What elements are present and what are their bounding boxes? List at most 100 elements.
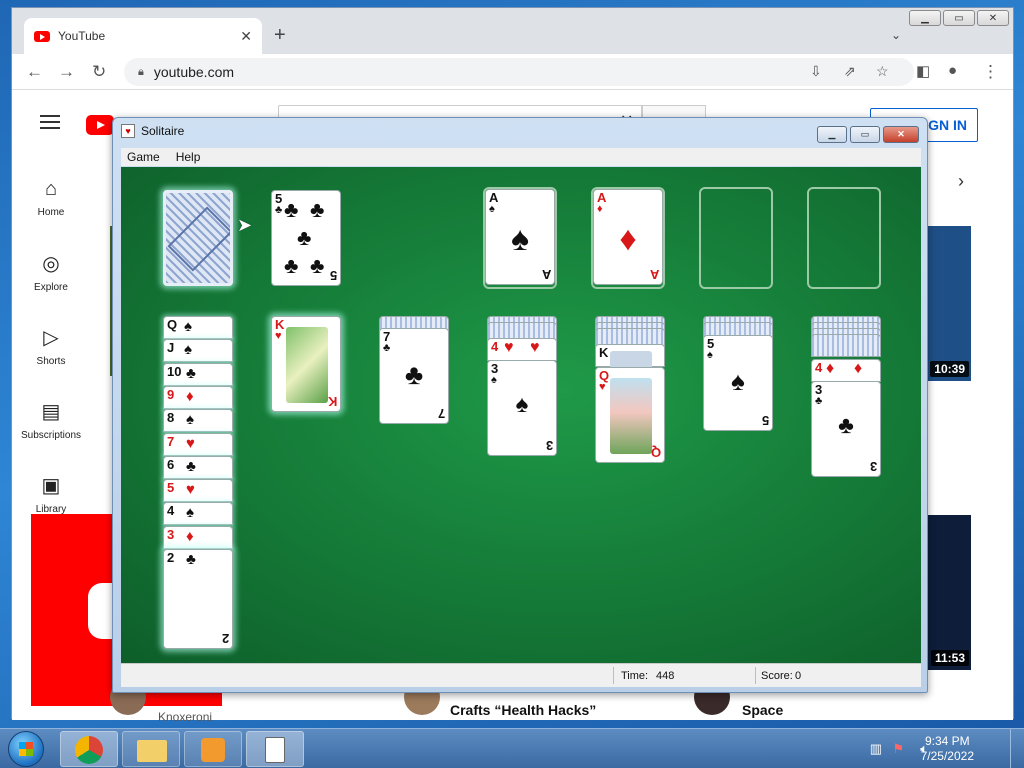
- more-menu-icon[interactable]: ⋮: [982, 62, 999, 82]
- install-icon[interactable]: ⇩: [810, 63, 822, 80]
- card-rank: 9: [167, 386, 175, 402]
- tab-close-icon[interactable]: ✕: [240, 28, 252, 45]
- solitaire-taskbar-button[interactable]: [246, 731, 304, 767]
- tableau-card[interactable]: 3 ♠ ♠ 3: [487, 360, 557, 456]
- tableau-card[interactable]: Q ♥ Q: [595, 367, 665, 463]
- tableau-card[interactable]: 2 ♣ 2: [163, 549, 233, 649]
- card-rank: 3: [869, 459, 877, 474]
- bookmark-star-icon[interactable]: ☆: [876, 63, 889, 80]
- clock-time: 9:34 PM: [924, 734, 970, 748]
- system-clock[interactable]: 9:34 PM 7/25/2022: [921, 734, 974, 764]
- card-rank: Q: [167, 317, 178, 332]
- tableau-card[interactable]: 8 ♠: [163, 409, 233, 433]
- video-thumbnail[interactable]: 11:53: [924, 515, 971, 670]
- reload-icon[interactable]: ↻: [92, 62, 106, 82]
- nav-explore[interactable]: ◎ Explore: [12, 235, 90, 309]
- tableau-card[interactable]: 3 ♣ ♣ 3: [811, 381, 881, 477]
- tableau-card[interactable]: J ♠: [163, 339, 233, 363]
- spade-icon: ♠: [731, 366, 745, 396]
- tab-search-chevron-icon[interactable]: ⌄: [891, 28, 901, 42]
- heart-icon: ♥: [599, 381, 606, 393]
- tableau-card[interactable]: 4 ♠: [163, 502, 233, 526]
- card-rank: 2: [221, 631, 229, 646]
- explorer-taskbar-button[interactable]: [122, 731, 180, 767]
- side-panel-icon[interactable]: ◧: [916, 62, 930, 80]
- back-arrow-icon[interactable]: ←: [26, 62, 43, 82]
- chrome-taskbar-button[interactable]: [60, 731, 118, 767]
- network-icon[interactable]: ▥: [870, 741, 882, 757]
- mouse-cursor-icon: ➤: [237, 215, 253, 235]
- action-center-icon[interactable]: ⚑: [892, 741, 904, 757]
- video-thumbnail[interactable]: 10:39: [924, 226, 971, 381]
- forward-arrow-icon[interactable]: →: [58, 62, 75, 82]
- nav-subscriptions[interactable]: ▤ Subscriptions: [12, 383, 90, 457]
- browser-toolbar: ← → ↻ 🔒︎ youtube.com ⇩ ⇗ ☆ ◧ ● ⋮: [12, 54, 1013, 90]
- tableau-card[interactable]: 6 ♣: [163, 455, 233, 479]
- spade-icon: ♠: [510, 220, 530, 258]
- tab-youtube[interactable]: YouTube ✕: [24, 18, 262, 54]
- home-icon: ⌂: [44, 178, 58, 200]
- window-title: Solitaire: [141, 124, 185, 138]
- youtube-logo[interactable]: [86, 115, 114, 135]
- chip-scroll-right-icon[interactable]: ›: [958, 171, 964, 192]
- tableau-card[interactable]: Q ♠: [163, 316, 233, 339]
- tableau-card[interactable]: K ♥ K: [271, 316, 341, 412]
- queen-face-art: [610, 378, 652, 454]
- profile-avatar-icon[interactable]: ●: [948, 62, 957, 79]
- taskbar: ▥ ⚑ 🔈︎ 9:34 PM 7/25/2022: [0, 728, 1024, 768]
- maximize-icon[interactable]: ▭: [943, 10, 975, 26]
- share-icon[interactable]: ⇗: [844, 63, 856, 80]
- tableau-card[interactable]: 4 ♥ ♥: [487, 338, 557, 361]
- tableau-card[interactable]: 10 ♣: [163, 362, 233, 386]
- close-icon[interactable]: ✕: [977, 10, 1009, 26]
- club-icon: ♣: [815, 395, 823, 407]
- score-value: 0: [795, 670, 802, 682]
- maximize-icon[interactable]: ▭: [850, 126, 880, 143]
- tableau-card[interactable]: 4 ♦ ♦: [811, 359, 881, 382]
- card-rank: 6: [167, 456, 175, 472]
- foundation-slot-empty[interactable]: [699, 187, 773, 289]
- hamburger-menu-icon[interactable]: [40, 115, 60, 133]
- club-icon: ♣: [186, 364, 196, 382]
- tableau-card[interactable]: K: [595, 344, 665, 369]
- show-desktop-button[interactable]: [1010, 729, 1024, 768]
- video-duration: 10:39: [930, 361, 969, 377]
- tableau-card[interactable]: 5 ♥: [163, 479, 233, 503]
- nav-label: Subscriptions: [20, 430, 82, 441]
- card-rank: 7: [437, 406, 445, 421]
- tableau-card[interactable]: 3 ♦: [163, 525, 233, 549]
- nav-shorts[interactable]: ▷ Shorts: [12, 309, 90, 383]
- minimize-icon[interactable]: ▁: [817, 126, 847, 143]
- solitaire-app-icon: ♥: [121, 124, 135, 138]
- menu-help[interactable]: Help: [176, 150, 201, 164]
- media-player-taskbar-button[interactable]: [184, 731, 242, 767]
- foundation-card[interactable]: A ♦ ♦ A: [593, 189, 663, 285]
- spade-icon: ♠: [515, 391, 529, 418]
- card-rank: J: [167, 340, 175, 356]
- diamond-icon: ♦: [854, 360, 863, 377]
- start-button[interactable]: [8, 731, 44, 767]
- menu-game[interactable]: Game: [127, 150, 160, 164]
- close-icon[interactable]: ✕: [883, 126, 919, 143]
- tableau-card[interactable]: 7 ♣ ♣ 7: [379, 328, 449, 424]
- foundation-slot-empty[interactable]: [807, 187, 881, 289]
- video-duration: 11:53: [930, 650, 969, 666]
- card-rank: 3: [167, 526, 175, 542]
- stock-pile[interactable]: [163, 190, 233, 286]
- tableau-card[interactable]: 7 ♥: [163, 432, 233, 456]
- shorts-icon: ▷: [43, 327, 59, 349]
- tableau-card[interactable]: 9 ♦: [163, 385, 233, 409]
- address-bar[interactable]: 🔒︎ youtube.com ⇩ ⇗ ☆: [124, 58, 914, 86]
- foundation-card[interactable]: A ♠ ♠ A: [485, 189, 555, 285]
- minimize-icon[interactable]: ▁: [909, 10, 941, 26]
- nav-home[interactable]: ⌂ Home: [12, 161, 90, 235]
- time-label: Time:: [621, 670, 649, 682]
- video-title[interactable]: Crafts “Health Hacks”: [450, 702, 596, 718]
- tab-title: YouTube: [58, 29, 106, 43]
- new-tab-button[interactable]: +: [274, 24, 286, 47]
- video-title[interactable]: Space: [742, 702, 783, 718]
- nav-label: Explore: [34, 282, 68, 293]
- tableau-card[interactable]: 5 ♠ ♠ 5: [703, 335, 773, 431]
- waste-card[interactable]: 5 ♣ ♣ ♣ ♣ ♣ ♣ 5: [271, 190, 341, 286]
- video-channel[interactable]: Knoxeroni: [158, 710, 212, 724]
